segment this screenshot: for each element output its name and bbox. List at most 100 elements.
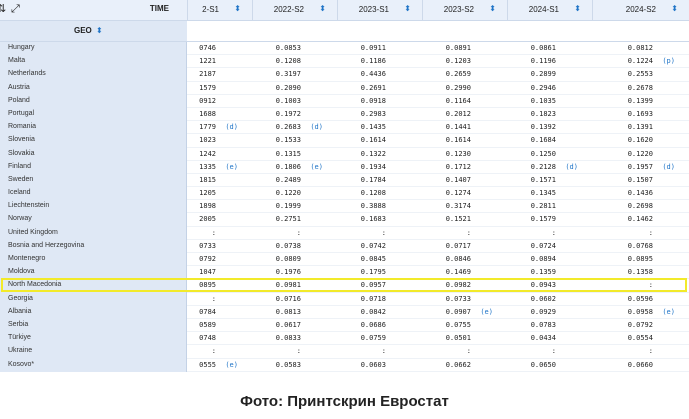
cell-value: 1242 [199, 149, 216, 158]
table-row: Albania 0784 0.0813 0.0842 0.0907 (e) 0.0929 0.… [0, 305, 689, 319]
row-header-country[interactable]: Romania [0, 121, 187, 135]
country-label: Norway [8, 215, 32, 223]
country-label: Sweden [8, 175, 34, 183]
row-header-country[interactable]: Malta [0, 55, 187, 69]
cell-value: : [648, 228, 653, 237]
cell-value: 0589 [199, 320, 216, 329]
cell-value: : [648, 347, 653, 356]
row-header-country[interactable]: Montenegro [0, 253, 187, 267]
geo-header-row: GEO ⬍ [0, 21, 689, 42]
geo-sort-icon[interactable]: ⬍ [96, 26, 103, 35]
country-label: Ukraine [8, 347, 33, 355]
expand-icon[interactable]: ⤢ [11, 2, 20, 16]
sort-icon[interactable]: ⬍ [319, 5, 326, 13]
row-header-country[interactable]: Netherlands [0, 68, 187, 82]
cell-value: 0.1507 [627, 175, 653, 184]
cell-value: 0.3174 [445, 202, 471, 211]
column-header[interactable]: 2022-S2 ⬍ [252, 0, 338, 20]
cell-value: : [648, 281, 653, 290]
column-header[interactable]: 2024-S2 ⬍ [592, 0, 689, 20]
row-header-country[interactable]: Hungary [0, 42, 187, 56]
row-header-country[interactable]: Iceland [0, 187, 187, 201]
cell-value: 0.0891 [445, 44, 471, 52]
geo-dimension-label: GEO [74, 26, 92, 35]
column-header[interactable]: 2024-S1 ⬍ [507, 0, 593, 20]
row-header-country[interactable]: Austria [0, 81, 187, 95]
cell-value: 0.0861 [530, 44, 556, 52]
cell-value: 0.1203 [445, 57, 471, 66]
cell-value: 0746 [199, 44, 216, 52]
cell-value: 0.1712 [445, 162, 471, 171]
cell-value: 0.0733 [445, 294, 471, 303]
cell-value: 0.0792 [627, 320, 653, 329]
row-header-country[interactable]: Slovakia [0, 147, 187, 161]
cell-value: 0.1957 [627, 162, 653, 171]
row-header-country[interactable]: United Kingdom [0, 226, 187, 240]
row-header-country[interactable]: Portugal [0, 107, 187, 122]
cell-value: 1221 [199, 57, 216, 66]
table-row: Portugal 1688 0.1972 0.2983 0.2012 0.1823 0.16… [0, 107, 689, 122]
cell-value: 0.0434 [530, 334, 556, 343]
cell-value: 0.1614 [360, 136, 386, 145]
row-header-country[interactable]: Poland [0, 94, 187, 108]
cell-value: 0.1392 [530, 123, 556, 132]
row-header-country[interactable]: Sweden [0, 173, 187, 188]
cell-value: 1898 [199, 202, 216, 211]
time-dimension-label: TIME [149, 4, 169, 13]
row-header-country[interactable]: Georgia [0, 292, 187, 306]
cell-flag: (d) [310, 123, 323, 132]
row-header-country[interactable]: Türkiye [0, 332, 187, 346]
sort-icon[interactable]: ⬍ [574, 5, 581, 13]
cell-value: 0.1274 [445, 189, 471, 198]
cell-value: 0.1976 [275, 268, 301, 277]
cell-value: 0.1196 [530, 57, 556, 66]
cell-value: 0.2128 [530, 162, 556, 171]
table-row: Kosovo* 0555 (e) 0.0583 0.0603 0.0662 0.0650 0.… [0, 358, 689, 372]
row-header-country[interactable]: Slovenia [0, 134, 187, 148]
row-header-country[interactable]: Serbia [0, 318, 187, 333]
sort-icon[interactable]: ⬍ [234, 5, 241, 13]
cell-value: 0.1358 [627, 268, 653, 277]
cell-flag: (d) [662, 162, 675, 171]
cell-value: 0.0738 [275, 241, 301, 250]
swap-arrows-icon[interactable]: ⇅ [0, 2, 6, 16]
cell-value: 0.1620 [627, 136, 653, 145]
country-label: Slovakia [8, 149, 35, 157]
sort-icon[interactable]: ⬍ [489, 5, 496, 13]
row-header-country[interactable]: Bosnia and Herzegovina [0, 239, 187, 253]
country-label: Liechtenstein [8, 202, 50, 210]
row-header-country[interactable]: Kosovo* [0, 358, 187, 372]
table-row: United Kingdom:::::: [0, 226, 689, 240]
row-header-country[interactable]: Finland [0, 160, 187, 174]
row-header-country[interactable]: North Macedonia [0, 279, 187, 293]
cell-value: 0.1441 [445, 123, 471, 132]
table-row: Serbia 0589 0.0617 0.0686 0.0755 0.0783 0.0792 [0, 318, 689, 333]
cell-value: 0.1208 [360, 189, 386, 198]
cell-value: 2005 [199, 215, 216, 224]
column-header[interactable]: 2-S1 ⬍ [187, 0, 253, 20]
sort-icon[interactable]: ⬍ [671, 5, 678, 13]
table-row: Malta 1221 0.1208 0.1186 0.1203 0.1196 0.1224 (… [0, 55, 689, 69]
cell-value: : [211, 228, 216, 237]
table-row: Iceland 1205 0.1220 0.1208 0.1274 0.1345 0.143… [0, 187, 689, 201]
column-header[interactable]: 2023-S1 ⬍ [337, 0, 423, 20]
row-header-country[interactable]: Ukraine [0, 345, 187, 359]
column-header[interactable]: 2023-S2 ⬍ [422, 0, 508, 20]
row-header-country[interactable]: Liechtenstein [0, 200, 187, 214]
cell-flag: (e) [225, 162, 238, 171]
country-label: Malta [8, 57, 26, 65]
cell-value: 0.1684 [530, 136, 556, 145]
cell-value: 0.0943 [530, 281, 556, 290]
sort-icon[interactable]: ⬍ [404, 5, 411, 13]
cell-value: 0.0603 [360, 360, 386, 369]
country-label: Serbia [8, 320, 29, 328]
cell-value: 1047 [199, 268, 216, 277]
cell-value: 1335 [199, 162, 216, 171]
cell-value: 0748 [199, 334, 216, 343]
row-header-country[interactable]: Albania [0, 305, 187, 319]
row-header-country[interactable]: Norway [0, 213, 187, 227]
cell-value: 0.0718 [360, 294, 386, 303]
row-header-country[interactable]: Moldova [0, 266, 187, 280]
geo-header[interactable]: GEO ⬍ [0, 21, 187, 42]
time-header-row: ⇅ ⤢ TIME 2-S1 ⬍ 2022-S2 ⬍ 2023-S1 ⬍ 2023-S2 ⬍ 20… [0, 0, 689, 21]
